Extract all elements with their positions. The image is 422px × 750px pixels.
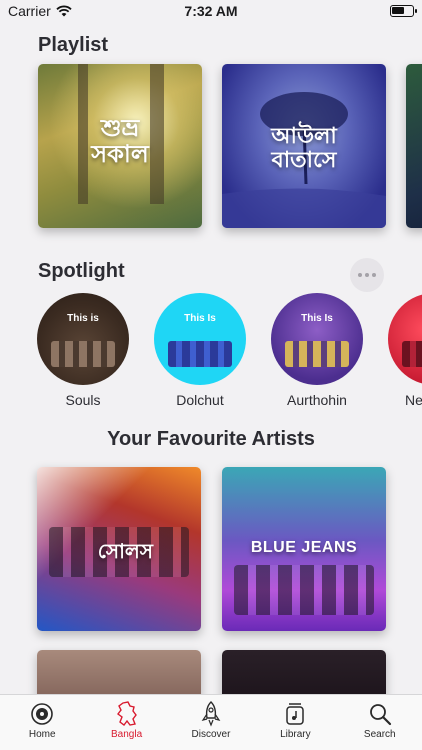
playlist-title: আউলা বাতাসে [271, 123, 337, 173]
this-is-label: This Is [301, 313, 333, 324]
band-photo [234, 565, 374, 615]
band-photo [168, 341, 232, 367]
spotlight-item-ne[interactable] [388, 293, 422, 385]
section-title-playlist: Playlist [38, 34, 109, 56]
tab-search[interactable]: Search [338, 695, 422, 740]
spotlight-item-aurthohin[interactable]: This Is [271, 293, 363, 385]
section-title-spotlight: Spotlight [38, 260, 125, 282]
spotlight-item-dolchut[interactable]: This Is [154, 293, 246, 385]
tab-discover[interactable]: Discover [169, 695, 253, 740]
spotlight-label: Ne [405, 392, 422, 408]
playlist-title: শুভ্র সকাল [91, 115, 149, 169]
playlist-card[interactable] [406, 64, 422, 228]
wifi-icon [56, 5, 72, 17]
spotlight-item-souls[interactable]: This is [37, 293, 129, 385]
tab-bangla[interactable]: Bangla [85, 695, 169, 740]
main-content[interactable]: Playlist শুভ্র সকাল আউলা বাতাসে Spotligh… [0, 22, 422, 694]
artist-card[interactable]: BLUE JEANS [222, 467, 386, 631]
tab-label: Discover [191, 729, 231, 740]
artist-card[interactable] [37, 650, 201, 694]
this-is-label: This Is [184, 313, 216, 324]
library-icon [282, 701, 308, 727]
home-icon [29, 701, 55, 727]
status-left: Carrier [8, 3, 72, 19]
band-photo [285, 341, 349, 367]
tab-label: Search [363, 729, 396, 740]
dot [372, 273, 376, 277]
carrier-label: Carrier [8, 3, 51, 19]
spotlight-label: Dolchut [176, 392, 224, 408]
spotlight-label: Aurthohin [287, 392, 347, 408]
tab-home[interactable]: Home [0, 695, 84, 740]
playlist-card[interactable]: শুভ্র সকাল [38, 64, 202, 228]
playlist-card[interactable]: আউলা বাতাসে [222, 64, 386, 228]
artist-title: সোলস [97, 541, 153, 563]
this-is-label: This is [67, 313, 99, 324]
artist-title: BLUE JEANS [250, 539, 358, 556]
bangladesh-map-icon [114, 701, 140, 727]
dot [365, 273, 369, 277]
search-icon [367, 701, 393, 727]
tab-label: Library [280, 729, 311, 740]
battery-icon [390, 5, 417, 17]
tab-label: Home [28, 729, 56, 740]
tab-label: Bangla [111, 729, 143, 740]
band-photo [402, 341, 422, 367]
section-title-artists: Your Favourite Artists [107, 428, 315, 450]
artist-card[interactable]: সোলস [37, 467, 201, 631]
dot [358, 273, 362, 277]
artist-card[interactable] [222, 650, 386, 694]
tab-library[interactable]: Library [253, 695, 337, 740]
more-options-button[interactable] [350, 258, 384, 292]
tab-bar: Home Bangla Discover Library Search [0, 694, 422, 750]
rocket-icon [198, 701, 224, 727]
status-bar: Carrier 7:32 AM [0, 0, 422, 22]
band-photo [51, 341, 115, 367]
spotlight-label: Souls [65, 392, 101, 408]
